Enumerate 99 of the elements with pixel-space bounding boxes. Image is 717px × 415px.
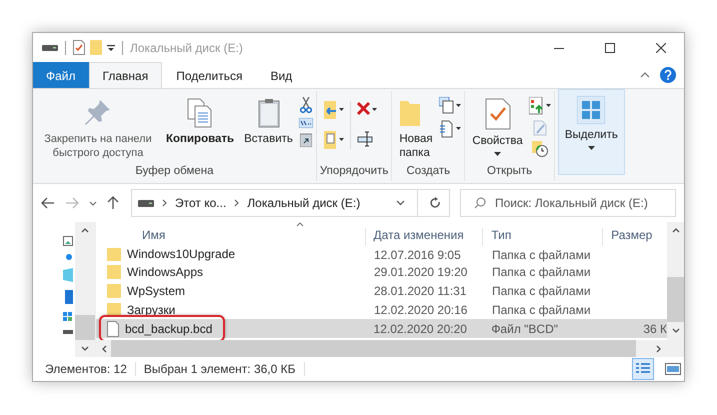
breadcrumb-chevron-icon[interactable]	[234, 199, 240, 207]
ribbon-tab[interactable]: Файл	[33, 62, 89, 88]
ribbon-button[interactable]: Выделить	[558, 89, 625, 175]
type-cell-text: Файл "BCD"	[490, 322, 560, 336]
scroll-up-icon[interactable]	[672, 228, 680, 233]
folder-icon	[107, 302, 121, 318]
scroll-down-icon[interactable]	[672, 328, 680, 333]
scroll-left-icon[interactable]	[102, 344, 107, 352]
scrollbar[interactable]	[75, 222, 95, 357]
file-row[interactable]: WindowsApps 29.01.2020 19:20 Папка с файлами	[96, 262, 667, 281]
folder-icon	[107, 248, 121, 262]
rename-icon[interactable]	[356, 131, 373, 147]
ribbon-button[interactable]: Закрепить на панели быстрого доступа	[36, 91, 160, 159]
date-cell-text: 12.02.2020 20:16	[373, 302, 468, 316]
maximize-icon	[605, 42, 615, 52]
paste-shortcut-icon[interactable]	[300, 133, 312, 147]
item-count: Элементов: 12	[45, 362, 127, 376]
ribbon-button[interactable]: Копировать	[162, 91, 238, 159]
file-name: bcd_backup.bcd	[125, 322, 212, 336]
scroll-down-icon[interactable]	[81, 346, 89, 351]
type-cell-text: Папка с файлами	[491, 248, 592, 262]
drive-icon	[42, 44, 58, 52]
scroll-right-icon[interactable]	[656, 344, 661, 352]
close-icon	[656, 42, 666, 52]
move-to-icon[interactable]	[324, 101, 344, 119]
ribbon-group-label: Открыть	[486, 165, 534, 179]
file-name: Загрузки	[127, 302, 176, 316]
column-header[interactable]: Имя	[96, 228, 366, 246]
breadcrumb[interactable]: Локальный диск (E:)	[247, 196, 360, 210]
dropdown-caret-icon[interactable]	[396, 200, 405, 206]
window-title: Локальный диск (E:)	[130, 40, 243, 54]
clipboard-icon	[258, 98, 280, 128]
column-header[interactable]: Дата изменения	[366, 228, 484, 246]
ribbon-tab[interactable]: Вид	[256, 62, 306, 88]
new-item-icon[interactable]	[439, 97, 462, 115]
selection-info: Выбран 1 элемент: 36,0 КБ	[144, 362, 296, 376]
scissors-icon[interactable]	[300, 97, 312, 113]
properties-icon	[484, 98, 511, 130]
file-name: WindowsApps	[127, 264, 204, 278]
copy-to-icon[interactable]	[324, 131, 344, 149]
date-cell-text: 28.01.2020 11:31	[373, 284, 468, 298]
breadcrumb-chevron-icon[interactable]	[162, 199, 167, 207]
details-view-button[interactable]	[632, 358, 654, 380]
grid-icon	[577, 96, 606, 124]
list-icon	[635, 362, 651, 376]
ribbon-tab[interactable]: Главная	[88, 62, 162, 89]
grid-icon[interactable]	[63, 312, 73, 322]
file-row[interactable]: WpSystem 28.01.2020 11:31 Папка с файлами	[96, 281, 667, 300]
easy-access-icon[interactable]	[439, 120, 462, 138]
back-arrow-icon[interactable]	[41, 197, 55, 209]
type-cell-text: Папка с файлами	[491, 302, 592, 316]
recent-caret-icon[interactable]	[89, 200, 97, 206]
search-field[interactable]: Поиск: Локальный диск (E:)	[460, 189, 676, 217]
copy-path-icon[interactable]	[298, 118, 313, 128]
file-name: Windows10Upgrade	[127, 248, 236, 261]
address-bar[interactable]: Этот ко... Локальный диск (E:)	[131, 189, 450, 217]
breadcrumb[interactable]: Этот ко...	[175, 196, 226, 210]
type-cell-text: Папка с файлами	[491, 264, 592, 278]
ribbon-group-label: Буфер обмена	[134, 165, 215, 179]
properties-icon[interactable]	[73, 40, 85, 55]
folder-icon	[107, 264, 121, 280]
caret-icon	[494, 152, 502, 156]
history-icon[interactable]	[532, 141, 548, 157]
collapse-ribbon-icon[interactable]	[640, 72, 650, 78]
ribbon-button[interactable]: Вставить	[240, 91, 297, 159]
up-arrow-icon[interactable]	[107, 196, 119, 210]
ribbon-button[interactable]: Свойства	[468, 91, 527, 159]
copy-icon	[187, 98, 214, 128]
help-icon[interactable]	[660, 67, 676, 83]
ribbon-group-label: Упорядочить	[320, 165, 388, 179]
pictures-icon[interactable]	[63, 236, 73, 246]
scroll-thumb[interactable]	[667, 277, 684, 322]
file-row[interactable]: Windows10Upgrade 12.07.2016 9:05 Папка с файлами	[96, 248, 667, 262]
customize-caret-icon[interactable]	[107, 44, 115, 52]
folder-icon	[107, 282, 121, 298]
pin-icon	[84, 98, 112, 128]
file-name: WpSystem	[127, 284, 186, 298]
date-cell-text: 29.01.2020 19:20	[373, 264, 468, 278]
picture-icon	[665, 363, 681, 375]
scroll-thumb[interactable]	[75, 315, 95, 340]
ribbon-tab[interactable]: Поделиться	[162, 62, 256, 88]
scroll-up-icon[interactable]	[81, 228, 89, 233]
column-header[interactable]: Размер	[603, 228, 667, 246]
size-cell-text: 36 К	[642, 322, 667, 336]
ribbon-group-label: Создать	[405, 165, 452, 179]
file-row[interactable]: Загрузки 12.02.2020 20:16 Папка с файлами	[96, 300, 667, 319]
file-icon	[107, 320, 119, 336]
type-cell-text: Папка с файлами	[491, 284, 592, 298]
ribbon-button[interactable]: Новая папка	[395, 91, 438, 159]
caret-icon	[588, 146, 595, 150]
refresh-icon[interactable]	[430, 197, 441, 209]
folder-icon	[399, 98, 422, 128]
column-header[interactable]: Тип	[483, 228, 604, 246]
date-cell-text: 12.07.2016 9:05	[373, 248, 462, 262]
scrollbar[interactable]	[667, 222, 684, 357]
open-with-icon[interactable]	[528, 97, 551, 115]
drive-icon	[138, 200, 154, 206]
date-cell-text: 12.02.2020 20:20	[372, 322, 468, 336]
search-icon	[474, 197, 486, 209]
